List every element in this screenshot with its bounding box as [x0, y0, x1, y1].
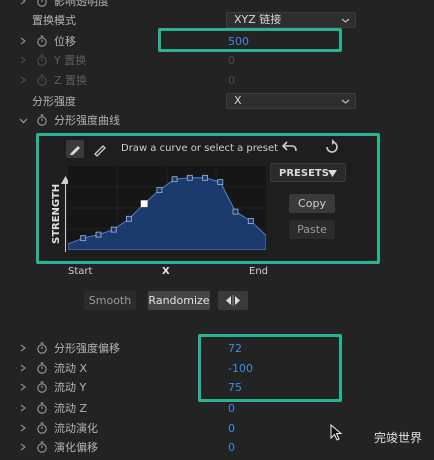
flip-horizontal-icon — [226, 295, 240, 306]
fractal-strength-dropdown[interactable]: X — [226, 93, 356, 109]
displacement-mode-dropdown[interactable]: XYZ 链接 — [226, 12, 356, 28]
row-strength-curve: 分形强度曲线 — [0, 110, 434, 130]
flow-x-label: 流动 X — [54, 362, 88, 375]
strength-offset-label: 分形强度偏移 — [54, 342, 120, 355]
stopwatch-icon[interactable] — [36, 35, 48, 47]
flow-z-label: 流动 Z — [54, 402, 88, 415]
stopwatch-icon[interactable] — [36, 114, 48, 126]
smooth-button[interactable]: Smooth — [84, 291, 136, 310]
flow-z-value[interactable]: 0 — [228, 402, 235, 415]
row-y-displacement: Y 置换 0 — [0, 50, 434, 70]
chevron-down-icon — [341, 18, 350, 23]
stopwatch-icon[interactable] — [36, 381, 48, 393]
opacity-effect-label: 影响透明度 — [54, 0, 109, 8]
end-label: End — [249, 266, 269, 277]
chevron-right-icon[interactable] — [18, 0, 28, 6]
displacement-label: 位移 — [54, 35, 76, 48]
displacement-mode-value: XYZ 链接 — [234, 13, 282, 26]
stopwatch-icon[interactable] — [36, 422, 48, 434]
mouse-cursor-icon — [330, 424, 343, 441]
x-axis-label: X — [162, 266, 170, 277]
chevron-down-icon — [341, 99, 350, 104]
highlight-box-curve-editor — [36, 133, 380, 264]
highlight-box-flow-values — [198, 334, 342, 402]
watermark: 完竣世界 — [373, 431, 422, 445]
row-evolution-offset: 演化偏移 0 — [0, 437, 434, 457]
chevron-right-icon[interactable] — [18, 36, 28, 46]
stopwatch-icon — [37, 74, 47, 86]
chevron-right-icon[interactable] — [18, 363, 28, 373]
row-fractal-strength: 分形强度 X — [0, 91, 434, 111]
evolution-offset-label: 演化偏移 — [54, 441, 98, 454]
displacement-mode-label: 置换模式 — [32, 14, 76, 27]
fractal-strength-label: 分形强度 — [32, 95, 76, 108]
chevron-right-icon[interactable] — [18, 382, 28, 392]
z-displacement-value: 0 — [228, 73, 235, 87]
stopwatch-icon[interactable] — [36, 342, 48, 354]
chevron-right-icon[interactable] — [18, 403, 28, 413]
evolution-offset-value[interactable]: 0 — [228, 441, 235, 454]
chevron-right-icon — [18, 75, 28, 85]
y-displacement-label: Y 置换 — [54, 54, 87, 67]
start-label: Start — [68, 266, 93, 277]
stopwatch-icon — [37, 54, 47, 66]
fractal-strength-value: X — [234, 94, 242, 107]
flow-y-label: 流动 Y — [54, 381, 87, 394]
stopwatch-icon[interactable] — [36, 362, 48, 374]
flip-button[interactable] — [218, 291, 248, 310]
chevron-right-icon — [18, 55, 28, 65]
chevron-right-icon[interactable] — [18, 423, 28, 433]
randomize-button[interactable]: Randomize — [148, 291, 210, 310]
y-displacement-value: 0 — [228, 53, 235, 67]
strength-curve-label: 分形强度曲线 — [54, 114, 120, 127]
stopwatch-icon[interactable] — [36, 402, 48, 414]
flow-evolution-label: 流动演化 — [54, 422, 98, 435]
row-displacement-mode: 置换模式 XYZ 链接 — [0, 10, 434, 30]
row-z-displacement: Z 置换 0 — [0, 70, 434, 90]
chevron-right-icon[interactable] — [18, 442, 28, 452]
highlight-box-displacement — [158, 28, 342, 52]
stopwatch-icon[interactable] — [36, 441, 48, 453]
chevron-right-icon[interactable] — [18, 343, 28, 353]
z-displacement-label: Z 置换 — [54, 74, 88, 87]
stopwatch-icon[interactable] — [36, 0, 48, 7]
flow-evolution-value[interactable]: 0 — [228, 422, 235, 435]
row-flow-evolution: 流动演化 0 — [0, 418, 434, 438]
chevron-down-icon[interactable] — [18, 115, 28, 125]
